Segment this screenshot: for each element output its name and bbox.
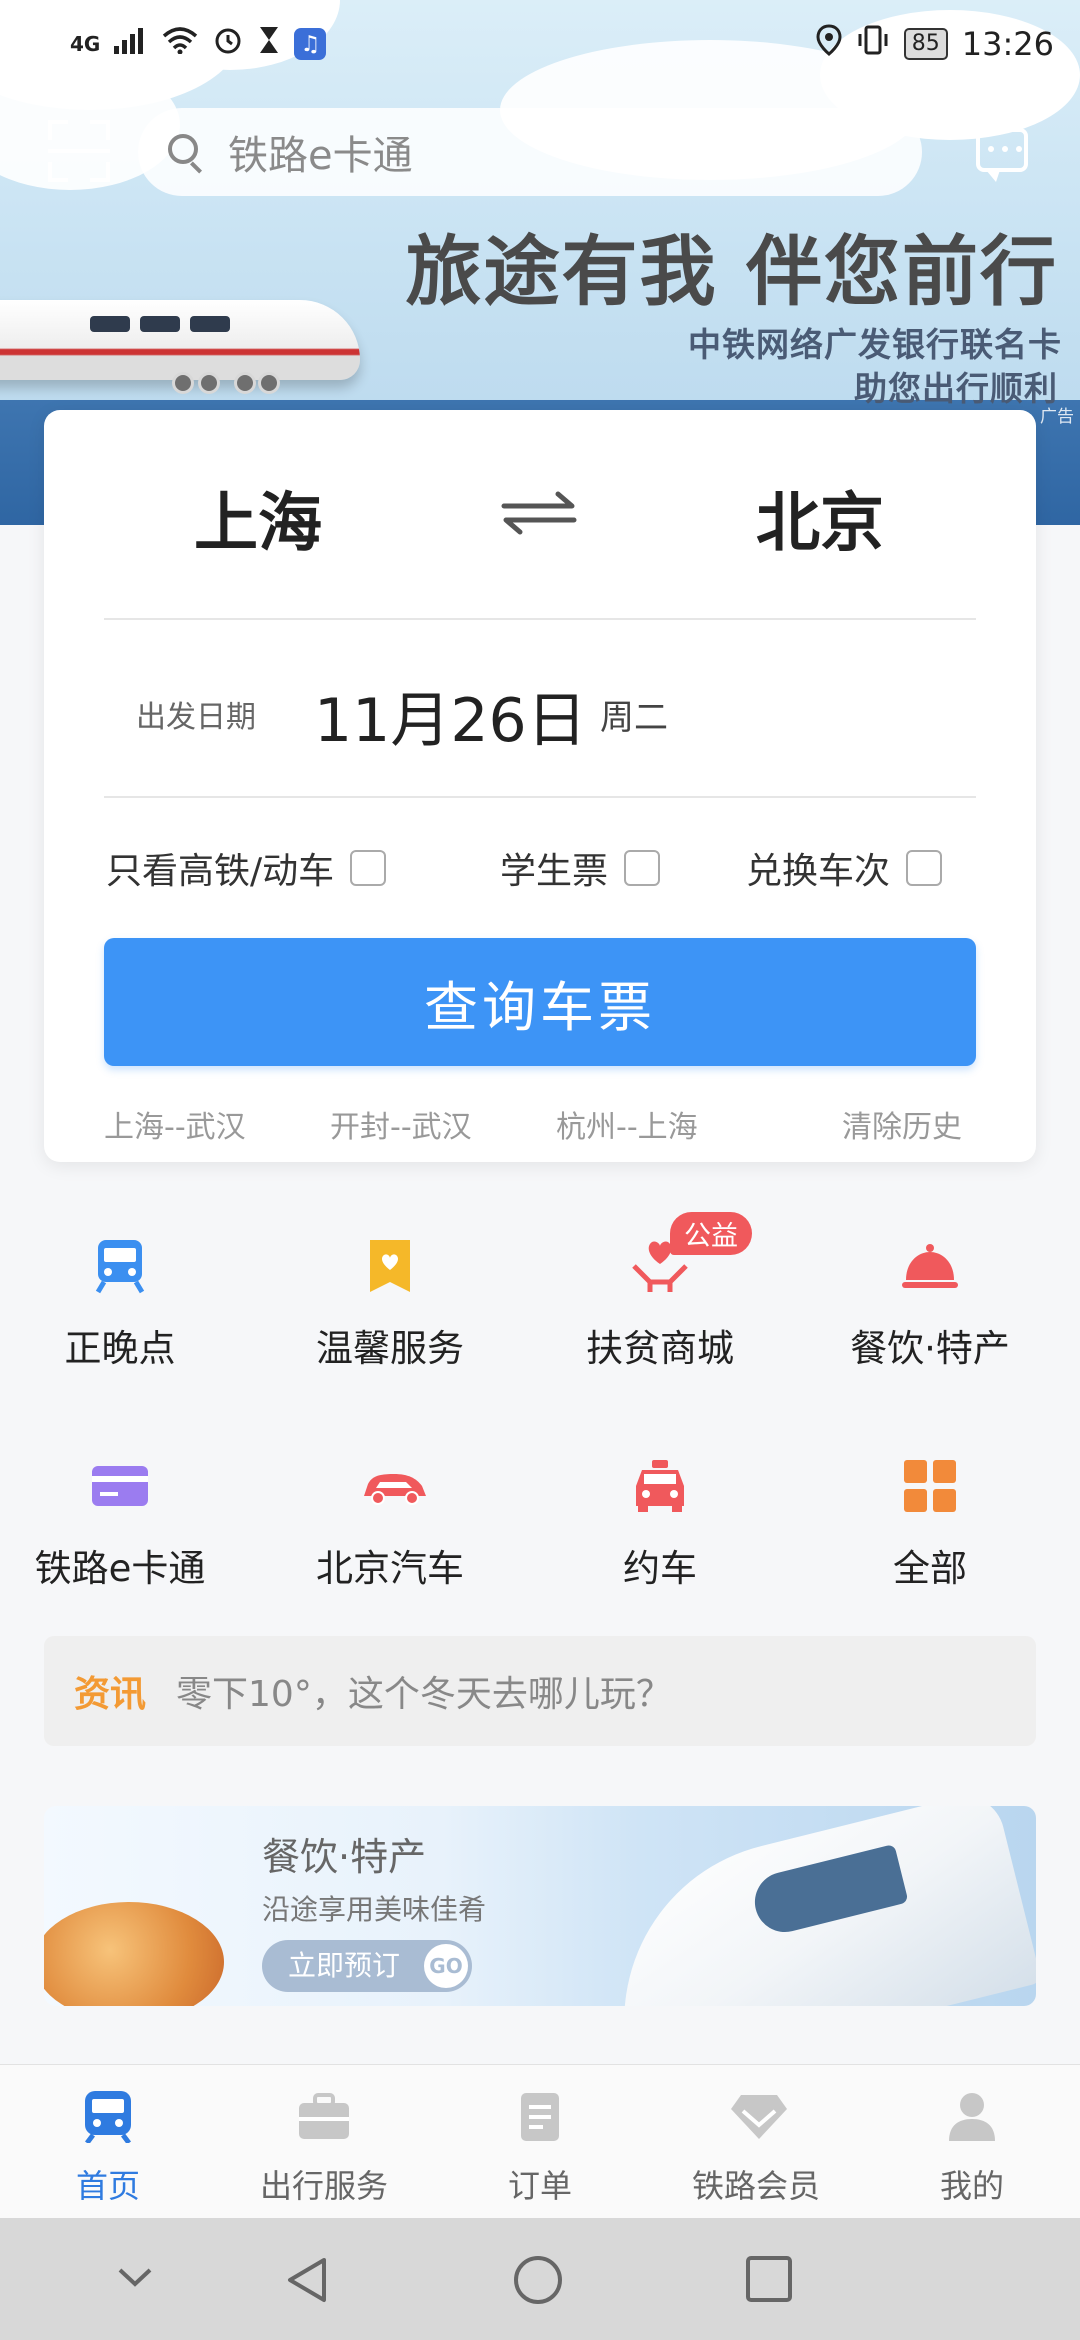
exchange-train-option[interactable]: 兑换车次 [746,842,943,894]
dining-promo-banner[interactable]: 餐饮·特产 沿途享用美味佳肴 立即预订 GO [44,1806,1036,2006]
recents-icon[interactable] [744,2254,794,2308]
go-badge: GO [424,1944,468,1988]
status-bar: 4G ♫ 85 13:26 [0,0,1080,90]
train-home-icon [81,2089,135,2145]
service-label: 约车 [623,1547,697,1590]
home-icon[interactable] [512,2254,564,2310]
banner-slogan: 旅途有我 伴您前行 [405,227,1058,316]
nav-travel-services[interactable]: 出行服务 [216,2089,432,2207]
student-checkbox[interactable] [624,850,661,886]
ad-tag: 广告 [1040,407,1074,427]
food-illustration [44,1902,224,2006]
collapse-icon[interactable] [112,2254,158,2304]
service-label: 餐饮·特产 [850,1327,1010,1370]
nav-home[interactable]: 首页 [0,2089,216,2207]
nav-label: 订单 [507,2167,572,2205]
order-icon [513,2089,567,2143]
dining-bell-icon [900,1236,960,1296]
search-input[interactable]: 铁路e卡通 [138,108,922,196]
service-label: 铁路e卡通 [34,1547,206,1590]
service-delay-status[interactable]: 正晚点 [0,1236,240,1372]
grid-icon [900,1456,960,1516]
banner-subtitle: 助您出行顺利 [854,369,1058,408]
service-poverty-mall[interactable]: 扶贫商城 [540,1236,780,1372]
nav-railway-member[interactable]: 铁路会员 [648,2089,864,2207]
briefcase-icon [297,2089,351,2143]
charity-badge: 公益 [670,1212,752,1255]
service-warm-service[interactable]: 温馨服务 [270,1236,510,1372]
train-illustration [0,300,360,380]
option-label: 只看高铁/动车 [106,851,335,892]
taxi-icon [630,1456,690,1516]
service-label: 全部 [893,1547,967,1590]
service-beijing-car[interactable]: 北京汽车 [270,1456,510,1592]
exchange-checkbox[interactable] [906,850,943,886]
service-ride-hailing[interactable]: 约车 [540,1456,780,1592]
vibrate-icon [856,24,890,64]
wifi-icon [162,26,198,62]
history-item[interactable]: 开封--武汉 [330,1102,472,1146]
student-ticket-option[interactable]: 学生票 [500,842,661,894]
arrival-city[interactable]: 北京 [756,472,884,564]
ticket-booking-card: 上海 北京 出发日期 11月26日 周二 只看高铁/动车 学生票 兑换车次 查询… [44,410,1036,1162]
swap-cities-icon[interactable] [494,482,584,542]
car-icon [360,1456,426,1516]
date-label: 出发日期 [136,700,256,735]
nav-mine[interactable]: 我的 [864,2089,1080,2207]
service-label: 温馨服务 [316,1327,464,1370]
back-icon[interactable] [282,2254,334,2310]
nav-label: 出行服务 [259,2167,388,2205]
book-now-label: 立即预订 [288,1949,401,1982]
departure-date[interactable]: 11月26日 [314,672,587,759]
high-speed-only-option[interactable]: 只看高铁/动车 [106,842,387,894]
message-icon[interactable] [976,128,1028,182]
news-ticker[interactable]: 资讯 零下10°，这个冬天去哪儿玩？ [44,1636,1036,1746]
person-icon [945,2089,999,2143]
promo-subtitle: 沿途享用美味佳肴 [262,1893,487,1926]
bottom-navigation: 首页 出行服务 订单 铁路会员 我的 [0,2064,1080,2218]
service-label: 正晚点 [64,1327,176,1370]
option-label: 兑换车次 [746,851,891,892]
nav-label: 铁路会员 [691,2167,820,2205]
card-icon [90,1456,150,1516]
nav-label: 首页 [75,2167,140,2205]
alarm-icon [212,24,244,64]
high-speed-checkbox[interactable] [350,850,387,886]
train-icon [90,1236,150,1296]
battery-indicator: 85 [903,28,948,60]
train-illustration [586,1806,1036,2006]
hourglass-icon [258,25,280,63]
diamond-icon [729,2089,787,2143]
query-tickets-button[interactable]: 查询车票 [104,938,976,1066]
signal-icon [114,26,148,62]
search-icon [164,130,208,174]
music-app-icon: ♫ [294,28,327,60]
service-e-card[interactable]: 铁路e卡通 [0,1456,240,1592]
network-type: 4G [70,32,101,56]
departure-city[interactable]: 上海 [194,472,322,564]
book-now-button[interactable]: 立即预订 GO [262,1940,472,1992]
service-dining[interactable]: 餐饮·特产 [810,1236,1050,1372]
clear-history-button[interactable]: 清除历史 [842,1102,962,1146]
promo-title: 餐饮·特产 [262,1835,427,1879]
location-icon [816,24,842,64]
system-navigation-bar [0,2218,1080,2340]
scan-icon[interactable] [48,120,110,182]
clock: 13:26 [961,25,1054,63]
history-item[interactable]: 杭州--上海 [556,1102,698,1146]
service-all[interactable]: 全部 [810,1456,1050,1592]
banner-subtitle: 中铁网络广发银行联名卡 [688,325,1062,364]
news-headline[interactable]: 零下10°，这个冬天去哪儿玩？ [176,1665,672,1717]
history-item[interactable]: 上海--武汉 [104,1102,246,1146]
weekday: 周二 [600,698,668,738]
news-tag: 资讯 [74,1674,147,1715]
nav-orders[interactable]: 订单 [432,2089,648,2207]
service-label: 北京汽车 [316,1547,464,1590]
search-placeholder: 铁路e卡通 [228,133,413,179]
service-label: 扶贫商城 [586,1327,734,1370]
ribbon-heart-icon [360,1236,420,1296]
option-label: 学生票 [500,851,609,892]
nav-label: 我的 [939,2167,1004,2205]
